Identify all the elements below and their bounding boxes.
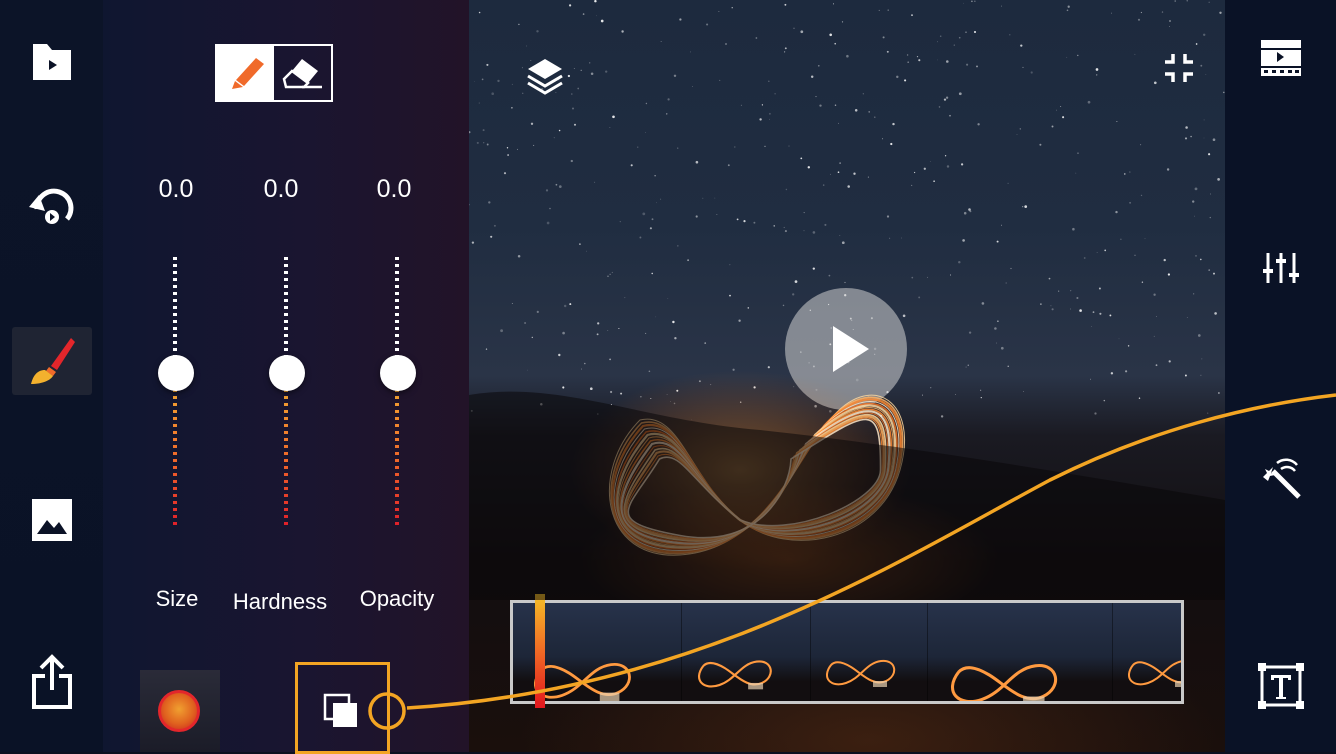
video-folder-button[interactable] bbox=[0, 22, 103, 102]
brush-mode-toggle bbox=[215, 44, 333, 102]
adjust-sliders-icon bbox=[1262, 253, 1299, 283]
opacity-slider-track[interactable] bbox=[395, 257, 399, 525]
play-button[interactable] bbox=[785, 288, 907, 410]
hardness-slider-knob[interactable] bbox=[269, 355, 305, 391]
pen-icon bbox=[231, 58, 264, 89]
layers-icon bbox=[527, 59, 563, 95]
size-label: Size bbox=[155, 586, 199, 611]
text-button[interactable] bbox=[1225, 646, 1336, 726]
filmstrip-button[interactable] bbox=[1225, 18, 1336, 98]
magic-wand-icon bbox=[1262, 458, 1301, 499]
collapse-icon bbox=[1165, 54, 1193, 82]
filmstrip-frame bbox=[811, 603, 928, 701]
timeline-filmstrip[interactable] bbox=[510, 600, 1184, 704]
video-folder-icon bbox=[32, 44, 71, 80]
text-icon bbox=[1257, 663, 1304, 709]
filmstrip-icon bbox=[1260, 40, 1301, 76]
share-button[interactable] bbox=[0, 642, 103, 722]
filmstrip-frame bbox=[1113, 603, 1181, 701]
collapse-button[interactable] bbox=[1163, 52, 1195, 89]
filmstrip-frame bbox=[928, 603, 1113, 701]
blend-mode-button[interactable] bbox=[295, 662, 390, 754]
play-icon bbox=[833, 326, 869, 372]
opacity-value: 0.0 bbox=[376, 175, 412, 203]
adjust-button[interactable] bbox=[1225, 228, 1336, 308]
undo-button[interactable] bbox=[0, 168, 103, 248]
size-slider-knob[interactable] bbox=[158, 355, 194, 391]
blend-layers-icon bbox=[323, 693, 357, 727]
pen-mode-button[interactable] bbox=[217, 46, 274, 100]
share-icon bbox=[31, 654, 72, 709]
brush-tool-button[interactable] bbox=[0, 322, 103, 402]
eraser-icon bbox=[282, 59, 322, 89]
color-swatch bbox=[158, 690, 200, 732]
hardness-value: 0.0 bbox=[263, 175, 299, 203]
timeline-playhead[interactable] bbox=[535, 594, 545, 708]
brush-icon bbox=[30, 338, 75, 384]
filmstrip-frame bbox=[682, 603, 811, 701]
size-value: 0.0 bbox=[158, 175, 194, 203]
eraser-mode-button[interactable] bbox=[274, 46, 331, 100]
hardness-slider-track[interactable] bbox=[284, 257, 288, 525]
hardness-label: Hardness bbox=[232, 589, 328, 614]
opacity-slider-knob[interactable] bbox=[380, 355, 416, 391]
right-toolbar bbox=[1225, 0, 1336, 752]
brush-color-button[interactable] bbox=[140, 670, 220, 752]
image-button[interactable] bbox=[0, 480, 103, 560]
layers-button[interactable] bbox=[525, 56, 565, 101]
size-slider-track[interactable] bbox=[173, 257, 177, 525]
image-icon bbox=[31, 499, 72, 541]
undo-icon bbox=[28, 188, 73, 224]
magic-wand-button[interactable] bbox=[1225, 438, 1336, 518]
opacity-label: Opacity bbox=[359, 586, 435, 611]
